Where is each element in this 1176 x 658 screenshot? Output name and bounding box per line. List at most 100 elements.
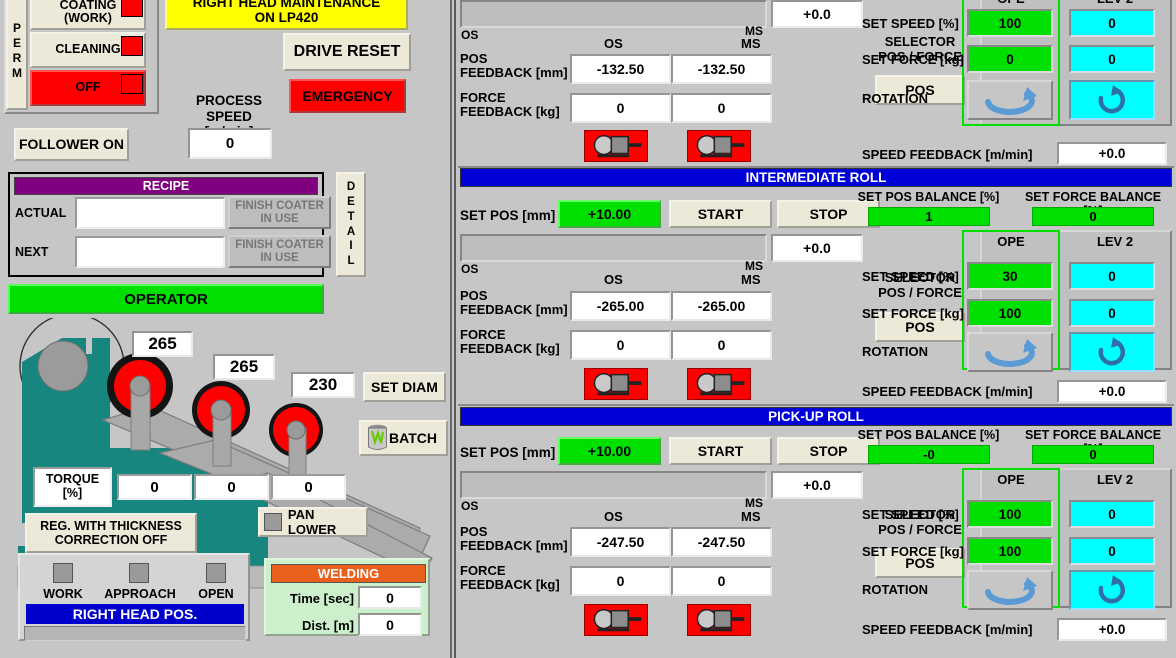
set-force-balance-value-intermediate[interactable]: 0 — [1032, 207, 1154, 226]
ope-column-header-top: OPE — [966, 0, 1056, 6]
motor-icon-ms-top[interactable] — [687, 130, 751, 162]
section-top-roll: SET POS [mm] START STOP +0.0 OS MS OS MS… — [456, 0, 1176, 169]
speed-feedback-value-pickup: +0.0 — [1057, 618, 1167, 641]
emergency-label: EMERGENCY — [302, 87, 393, 104]
set-pos-balance-value-intermediate[interactable]: 1 — [868, 207, 990, 226]
lev2-set-speed-pickup[interactable]: 0 — [1069, 500, 1155, 528]
motor-icon-ms-intermediate[interactable] — [687, 368, 751, 400]
lev2-set-speed-top[interactable]: 0 — [1069, 9, 1155, 37]
position-track-intermediate[interactable] — [460, 234, 767, 262]
set-pos-balance-label-pickup: SET POS BALANCE [%] — [857, 428, 1000, 442]
work-label: WORK — [43, 587, 83, 601]
set-speed-label-intermediate: SET SPEED [%] — [862, 269, 959, 284]
emergency-button[interactable]: EMERGENCY — [289, 79, 406, 113]
lev2-set-speed-intermediate[interactable]: 0 — [1069, 262, 1155, 290]
ope-set-force-intermediate[interactable]: 100 — [967, 299, 1053, 327]
selector-line2-intermediate: POS / FORCE — [878, 284, 962, 300]
position-track-top[interactable] — [460, 0, 767, 28]
track-os-label-top: OS — [461, 28, 479, 42]
torque-value-2: 0 — [194, 474, 269, 500]
ope-set-force-top[interactable]: 0 — [967, 45, 1053, 73]
ope-set-force-pickup[interactable]: 100 — [967, 537, 1053, 565]
lev2-rotation-button-intermediate[interactable] — [1069, 332, 1155, 372]
lev2-set-force-pickup[interactable]: 0 — [1069, 537, 1155, 565]
open-label: OPEN — [198, 587, 234, 601]
welding-header: WELDING — [271, 564, 426, 583]
ope-set-speed-pickup[interactable]: 100 — [967, 500, 1053, 528]
right-head-position-panel: WORK APPROACH OPEN RIGHT HEAD POS. — [18, 553, 250, 641]
follower-on-label: FOLLOWER ON — [19, 136, 124, 153]
track-os-label-pickup: OS — [461, 499, 479, 513]
ope-set-speed-intermediate[interactable]: 30 — [967, 262, 1053, 290]
open-lamp-icon — [206, 563, 226, 583]
operator-button[interactable]: OPERATOR — [8, 284, 324, 314]
rotation-label-intermediate: ROTATION — [862, 344, 928, 359]
recipe-actual-input[interactable] — [75, 197, 225, 229]
pos-feedback-ms-pickup: -247.50 — [671, 527, 772, 557]
lev2-rotation-button-top[interactable] — [1069, 80, 1155, 120]
detail-button[interactable]: D E T A I L — [336, 172, 366, 277]
rotation-label-top: ROTATION — [862, 91, 928, 106]
track-value-intermediate: +0.0 — [771, 234, 863, 262]
track-os-label-intermediate: OS — [461, 262, 479, 276]
motor-icon-ms-pickup[interactable] — [687, 604, 751, 636]
position-track-pickup[interactable] — [460, 471, 767, 499]
stop-button-intermediate[interactable]: STOP — [777, 200, 880, 228]
force-feedback-label-intermediate: FORCE FEEDBACK [kg] — [460, 327, 560, 357]
recipe-next-input[interactable] — [75, 236, 225, 268]
welding-dist-label: Dist. [m] — [302, 618, 354, 633]
detail-letter: A — [346, 225, 356, 238]
set-speed-label-top: SET SPEED [%] — [862, 16, 959, 31]
section-intermediate-roll: INTERMEDIATE ROLL SET POS [mm] +10.00 ST… — [456, 168, 1176, 408]
lev2-rotation-button-pickup[interactable] — [1069, 570, 1155, 610]
start-button-pickup[interactable]: START — [669, 437, 772, 465]
set-diam-button[interactable]: SET DIAM — [363, 372, 446, 402]
lev2-set-force-intermediate[interactable]: 0 — [1069, 299, 1155, 327]
recipe-next-tag: FINISH COATER IN USE — [228, 235, 331, 268]
diameter-value-2[interactable]: 265 — [213, 354, 275, 380]
force-feedback-os-pickup: 0 — [570, 566, 671, 596]
motor-icon-os-top[interactable] — [584, 130, 648, 162]
set-force-balance-value-pickup[interactable]: 0 — [1032, 445, 1154, 464]
set-pos-balance-value-pickup[interactable]: -0 — [868, 445, 990, 464]
ope-set-speed-top[interactable]: 100 — [967, 9, 1053, 37]
track-value-top: +0.0 — [771, 0, 863, 28]
regulation-label-line2: CORRECTION OFF — [54, 533, 168, 547]
pos-feedback-ms-intermediate: -265.00 — [671, 291, 772, 321]
force-fb-line2-intermediate: FEEDBACK [kg] — [460, 341, 560, 357]
lev2-set-force-top[interactable]: 0 — [1069, 45, 1155, 73]
pos-fb-line2-pickup: FEEDBACK [mm] — [460, 538, 568, 554]
hmi-screen: P E R M COATING (WORK) CLEANING OFF RIGH… — [0, 0, 1176, 658]
start-button-intermediate[interactable]: START — [669, 200, 772, 228]
ope-rotation-button-intermediate[interactable] — [967, 332, 1053, 372]
rotation-arrow-icon — [1098, 575, 1126, 604]
regulation-thickness-button[interactable]: REG. WITH THICKNESS CORRECTION OFF — [25, 513, 197, 553]
ope-rotation-button-top[interactable] — [967, 80, 1053, 120]
pan-lower-button[interactable]: PAN LOWER — [258, 507, 368, 537]
detail-letter: I — [349, 240, 353, 253]
motor-icon-os-pickup[interactable] — [584, 604, 648, 636]
force-feedback-ms-top: 0 — [671, 93, 772, 123]
diameter-value-1[interactable]: 265 — [132, 331, 193, 357]
recipe-actual-tag: FINISH COATER IN USE — [228, 196, 331, 229]
pos-feedback-os-intermediate: -265.00 — [570, 291, 671, 321]
drive-reset-button[interactable]: DRIVE RESET — [283, 33, 411, 71]
recipe-actual-tag-line1: FINISH COATER — [235, 200, 324, 213]
follower-on-button[interactable]: FOLLOWER ON — [14, 128, 129, 161]
recipe-next-tag-line2: IN USE — [260, 251, 299, 264]
recipe-actual-tag-line2: IN USE — [260, 212, 299, 225]
set-pos-value-pickup[interactable]: +10.00 — [558, 437, 661, 465]
diameter-value-3[interactable]: 230 — [291, 372, 355, 398]
cleaning-lamp-icon — [121, 36, 143, 56]
ope-rotation-button-pickup[interactable] — [967, 570, 1053, 610]
motor-icon-os-intermediate[interactable] — [584, 368, 648, 400]
right-panel: SET POS [mm] START STOP +0.0 OS MS OS MS… — [454, 0, 1176, 658]
perm-button-cleaning-label: CLEANING — [55, 42, 121, 57]
col-header-ms-pickup: MS — [741, 509, 761, 524]
pos-feedback-label-pickup: POS FEEDBACK [mm] — [460, 524, 568, 554]
coating-lamp-icon — [121, 0, 143, 17]
set-pos-value-intermediate[interactable]: +10.00 — [558, 200, 661, 228]
section-divider-2 — [458, 404, 1174, 406]
selector-line1-top: SELECTOR — [884, 34, 956, 49]
page-title: RIGHT HEAD MAINTENANCE ON LP420 — [165, 0, 408, 30]
